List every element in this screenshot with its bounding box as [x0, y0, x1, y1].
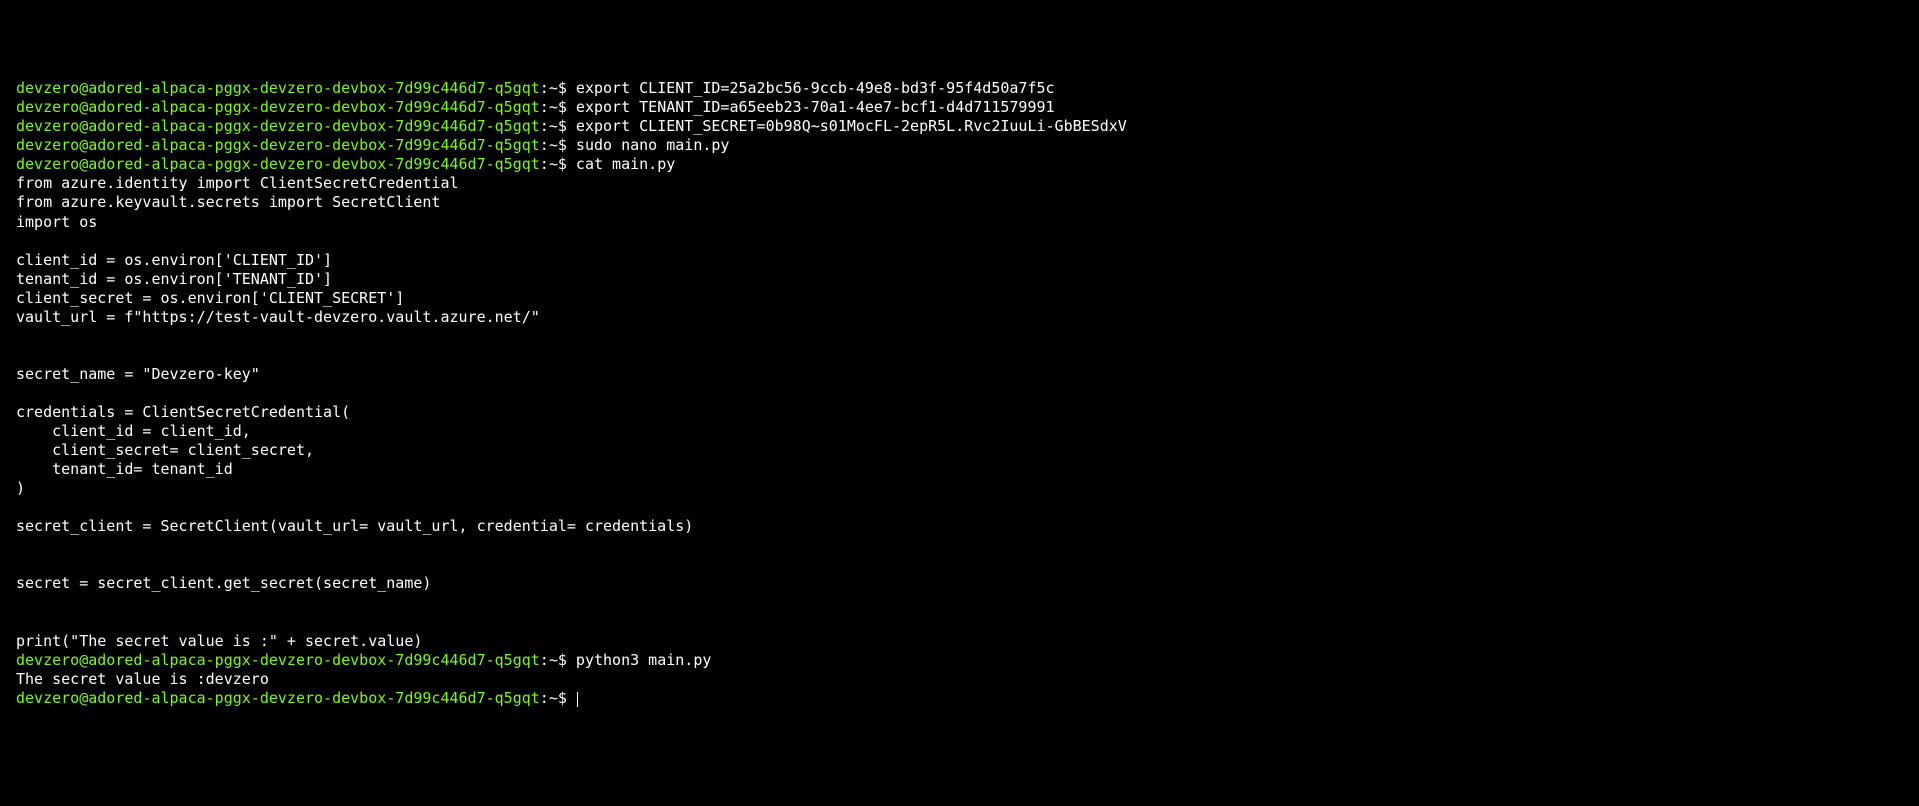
prompt-symbol: $ — [558, 689, 576, 707]
output-text: tenant_id= tenant_id — [16, 460, 233, 478]
terminal-line: from azure.identity import ClientSecretC… — [16, 174, 1903, 193]
output-text — [16, 613, 25, 631]
terminal-line — [16, 327, 1903, 346]
prompt-user-host: devzero@adored-alpaca-pggx-devzero-devbo… — [16, 689, 540, 707]
output-text: vault_url = f"https://test-vault-devzero… — [16, 308, 540, 326]
prompt-path: :~ — [540, 79, 558, 97]
prompt-symbol: $ — [558, 117, 576, 135]
terminal-line — [16, 346, 1903, 365]
prompt-user-host: devzero@adored-alpaca-pggx-devzero-devbo… — [16, 79, 540, 97]
terminal-line: from azure.keyvault.secrets import Secre… — [16, 193, 1903, 212]
terminal-line: print("The secret value is :" + secret.v… — [16, 632, 1903, 651]
output-text: credentials = ClientSecretCredential( — [16, 403, 350, 421]
terminal-line: devzero@adored-alpaca-pggx-devzero-devbo… — [16, 98, 1903, 117]
prompt-user-host: devzero@adored-alpaca-pggx-devzero-devbo… — [16, 136, 540, 154]
command-text: export CLIENT_SECRET=0b98Q~s01MocFL-2epR… — [576, 117, 1127, 135]
output-text: secret = secret_client.get_secret(secret… — [16, 574, 431, 592]
command-text: export TENANT_ID=a65eeb23-70a1-4ee7-bcf1… — [576, 98, 1055, 116]
prompt-user-host: devzero@adored-alpaca-pggx-devzero-devbo… — [16, 155, 540, 173]
prompt-user-host: devzero@adored-alpaca-pggx-devzero-devbo… — [16, 117, 540, 135]
terminal-line: devzero@adored-alpaca-pggx-devzero-devbo… — [16, 79, 1903, 98]
prompt-path: :~ — [540, 117, 558, 135]
output-text: tenant_id = os.environ['TENANT_ID'] — [16, 270, 332, 288]
terminal-line: credentials = ClientSecretCredential( — [16, 403, 1903, 422]
prompt-symbol: $ — [558, 79, 576, 97]
output-text — [16, 498, 25, 516]
prompt-symbol: $ — [558, 155, 576, 173]
output-text — [16, 593, 25, 611]
prompt-path: :~ — [540, 651, 558, 669]
terminal-line: devzero@adored-alpaca-pggx-devzero-devbo… — [16, 651, 1903, 670]
output-text — [16, 327, 25, 345]
prompt-symbol: $ — [558, 98, 576, 116]
terminal-line: devzero@adored-alpaca-pggx-devzero-devbo… — [16, 689, 1903, 708]
output-text — [16, 384, 25, 402]
output-text: The secret value is :devzero — [16, 670, 269, 688]
prompt-path: :~ — [540, 689, 558, 707]
prompt-path: :~ — [540, 98, 558, 116]
terminal-line: secret_client = SecretClient(vault_url= … — [16, 517, 1903, 536]
terminal-line — [16, 498, 1903, 517]
output-text — [16, 346, 25, 364]
terminal-line — [16, 593, 1903, 612]
prompt-symbol: $ — [558, 651, 576, 669]
terminal-line: client_id = client_id, — [16, 422, 1903, 441]
command-text: python3 main.py — [576, 651, 711, 669]
output-text: client_id = client_id, — [16, 422, 251, 440]
output-text: secret_client = SecretClient(vault_url= … — [16, 517, 693, 535]
terminal-line — [16, 555, 1903, 574]
terminal-line: import os — [16, 213, 1903, 232]
output-text: ) — [16, 479, 25, 497]
terminal-line: vault_url = f"https://test-vault-devzero… — [16, 308, 1903, 327]
prompt-user-host: devzero@adored-alpaca-pggx-devzero-devbo… — [16, 98, 540, 116]
terminal-line: devzero@adored-alpaca-pggx-devzero-devbo… — [16, 155, 1903, 174]
output-text — [16, 536, 25, 554]
output-text: print("The secret value is :" + secret.v… — [16, 632, 422, 650]
output-text: from azure.keyvault.secrets import Secre… — [16, 193, 440, 211]
output-text: from azure.identity import ClientSecretC… — [16, 174, 459, 192]
terminal-line: ) — [16, 479, 1903, 498]
output-text: secret_name = "Devzero-key" — [16, 365, 260, 383]
terminal-line — [16, 384, 1903, 403]
output-text — [16, 232, 25, 250]
terminal-line: client_secret = os.environ['CLIENT_SECRE… — [16, 289, 1903, 308]
terminal-line: The secret value is :devzero — [16, 670, 1903, 689]
prompt-path: :~ — [540, 136, 558, 154]
terminal-line: devzero@adored-alpaca-pggx-devzero-devbo… — [16, 136, 1903, 155]
command-text: cat main.py — [576, 155, 675, 173]
terminal-line — [16, 232, 1903, 251]
output-text — [16, 555, 25, 573]
output-text: client_secret = os.environ['CLIENT_SECRE… — [16, 289, 404, 307]
prompt-user-host: devzero@adored-alpaca-pggx-devzero-devbo… — [16, 651, 540, 669]
terminal-line: client_id = os.environ['CLIENT_ID'] — [16, 251, 1903, 270]
terminal-line: tenant_id= tenant_id — [16, 460, 1903, 479]
terminal-output[interactable]: devzero@adored-alpaca-pggx-devzero-devbo… — [16, 79, 1903, 708]
prompt-symbol: $ — [558, 136, 576, 154]
prompt-path: :~ — [540, 155, 558, 173]
output-text: client_secret= client_secret, — [16, 441, 314, 459]
terminal-line: devzero@adored-alpaca-pggx-devzero-devbo… — [16, 117, 1903, 136]
command-text: export CLIENT_ID=25a2bc56-9ccb-49e8-bd3f… — [576, 79, 1055, 97]
cursor — [577, 692, 578, 707]
terminal-line — [16, 536, 1903, 555]
terminal-line: tenant_id = os.environ['TENANT_ID'] — [16, 270, 1903, 289]
terminal-line: client_secret= client_secret, — [16, 441, 1903, 460]
command-text: sudo nano main.py — [576, 136, 730, 154]
terminal-line — [16, 613, 1903, 632]
output-text: import os — [16, 213, 97, 231]
terminal-line: secret_name = "Devzero-key" — [16, 365, 1903, 384]
output-text: client_id = os.environ['CLIENT_ID'] — [16, 251, 332, 269]
terminal-line: secret = secret_client.get_secret(secret… — [16, 574, 1903, 593]
